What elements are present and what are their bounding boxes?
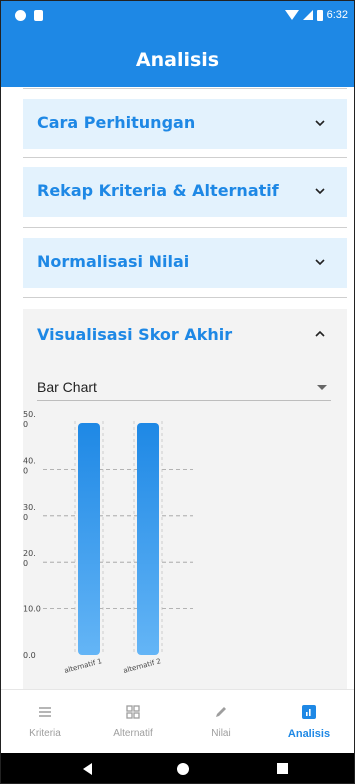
y-tick-label: 40. 0 <box>23 456 36 475</box>
section-rekap-kriteria-alternatif[interactable]: Rekap Kriteria & Alternatif <box>23 167 347 217</box>
back-icon[interactable] <box>83 763 92 775</box>
y-tick-label: 10.0 <box>23 605 41 614</box>
chevron-down-icon <box>315 259 325 266</box>
bar-alternatif-1[interactable] <box>78 423 100 655</box>
section-title[interactable]: Visualisasi Skor Akhir <box>37 325 232 344</box>
chevron-up-icon[interactable] <box>313 327 327 341</box>
x-tick-label: alternatif 1 <box>63 657 102 675</box>
nav-label: Analisis <box>287 728 331 740</box>
status-bar: 6:32 <box>1 1 354 35</box>
bar-alternatif-2[interactable] <box>137 423 159 655</box>
section-cara-perhitungan[interactable]: Cara Perhitungan <box>23 99 347 149</box>
section-title: Normalisasi Nilai <box>37 252 190 271</box>
app-bar: Analisis <box>1 35 354 87</box>
nav-label: Kriteria <box>29 728 61 739</box>
recents-icon[interactable] <box>277 763 288 774</box>
nav-item-kriteria[interactable]: Kriteria <box>1 690 89 754</box>
chevron-down-icon <box>315 188 325 195</box>
nav-label: Alternatif <box>113 728 153 739</box>
divider <box>23 297 347 298</box>
caret-down-icon <box>317 385 327 390</box>
nav-item-nilai[interactable]: Nilai <box>177 690 265 754</box>
grid-icon <box>126 705 140 719</box>
nav-label: Nilai <box>211 728 231 739</box>
signal-icon <box>302 10 313 20</box>
section-title: Rekap Kriteria & Alternatif <box>37 181 279 200</box>
app-frame: 6:32 Analisis Cara Perhitungan Rekap Kri… <box>0 0 355 784</box>
section-visualisasi-skor-akhir: Visualisasi Skor Akhir Bar Chart 0.0 10.0… <box>23 309 347 689</box>
wifi-icon <box>284 10 299 20</box>
sd-card-icon <box>34 10 43 21</box>
dropdown-value: Bar Chart <box>37 379 97 395</box>
nav-item-analisis[interactable]: Analisis <box>265 690 353 754</box>
chart-type-dropdown[interactable]: Bar Chart <box>37 377 331 401</box>
section-normalisasi-nilai[interactable]: Normalisasi Nilai <box>23 238 347 288</box>
y-tick-label: 0.0 <box>23 651 36 660</box>
chevron-down-icon <box>315 120 325 127</box>
y-tick-label: 30. 0 <box>23 503 36 522</box>
y-tick-label: 20. 0 <box>23 549 36 568</box>
home-icon[interactable] <box>177 763 189 775</box>
score-bar-chart: 0.0 10.0 20. 0 30. 0 40. 0 50. 0 alternatif 1 alter… <box>23 410 193 675</box>
list-icon <box>39 707 51 717</box>
notification-dot-icon <box>15 10 26 21</box>
section-title: Cara Perhitungan <box>37 113 196 132</box>
system-navigation-bar <box>1 753 354 783</box>
x-tick-label: alternatif 2 <box>122 657 161 675</box>
divider <box>23 227 347 228</box>
divider <box>23 88 347 89</box>
status-time: 6:32 <box>326 9 348 21</box>
content-scroll-area[interactable]: Cara Perhitungan Rekap Kriteria & Altern… <box>1 87 354 689</box>
y-tick-label: 50. 0 <box>23 410 36 429</box>
battery-icon <box>316 9 323 21</box>
page-title: Analisis <box>135 49 220 71</box>
divider <box>23 157 347 158</box>
chart-icon <box>302 705 316 719</box>
nav-item-alternatif[interactable]: Alternatif <box>89 690 177 754</box>
pencil-icon <box>216 707 226 717</box>
bottom-navigation: Kriteria Alternatif Nilai Analisis <box>1 689 354 753</box>
